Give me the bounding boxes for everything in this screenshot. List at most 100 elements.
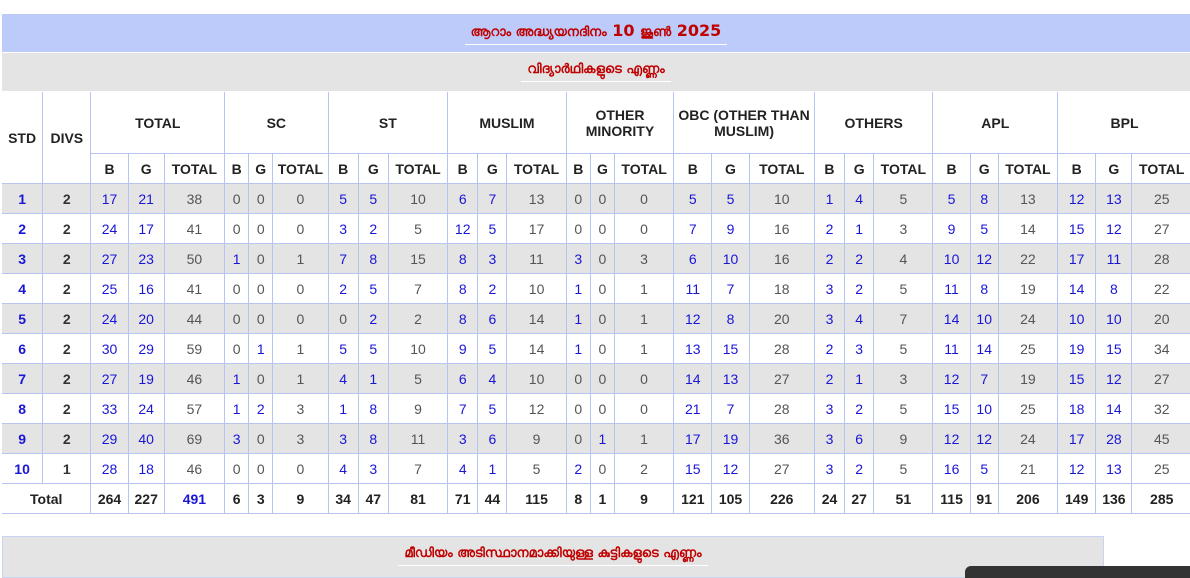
count-link[interactable]: 8 <box>970 184 999 214</box>
count-link[interactable]: 10 <box>1096 304 1133 334</box>
count-link[interactable]: 17 <box>91 184 129 214</box>
count-link[interactable]: 8 <box>1096 274 1133 304</box>
std-link[interactable]: 3 <box>2 244 44 274</box>
count-link[interactable]: 8 <box>358 244 389 274</box>
count-link[interactable]: 4 <box>845 184 875 214</box>
count-link[interactable]: 28 <box>91 454 129 484</box>
count-link[interactable]: 1 <box>845 214 875 244</box>
count-link[interactable]: 27 <box>91 364 129 394</box>
count-link[interactable]: 23 <box>128 244 165 274</box>
count-link[interactable]: 6 <box>448 184 479 214</box>
count-link[interactable]: 1 <box>566 334 591 364</box>
count-link[interactable]: 6 <box>478 304 508 334</box>
count-link[interactable]: 24 <box>91 214 129 244</box>
count-link[interactable]: 12 <box>970 244 999 274</box>
count-link[interactable]: 12 <box>933 364 971 394</box>
count-link[interactable]: 7 <box>970 364 999 394</box>
count-link[interactable]: 19 <box>712 424 750 454</box>
count-link[interactable]: 6 <box>845 424 875 454</box>
count-link[interactable]: 2 <box>845 244 875 274</box>
std-link[interactable]: 9 <box>2 424 44 454</box>
count-link[interactable]: 14 <box>933 304 971 334</box>
count-link[interactable]: 17 <box>1058 424 1097 454</box>
count-link[interactable]: 3 <box>358 454 389 484</box>
count-link[interactable]: 4 <box>478 364 508 394</box>
count-link[interactable]: 12 <box>448 214 479 244</box>
count-link[interactable]: 12 <box>933 424 971 454</box>
count-link[interactable]: 7 <box>674 214 713 244</box>
count-link[interactable]: 27 <box>91 244 129 274</box>
count-link[interactable]: 7 <box>448 394 479 424</box>
count-link[interactable]: 5 <box>712 184 750 214</box>
count-link[interactable]: 14 <box>1096 394 1133 424</box>
count-link[interactable]: 15 <box>674 454 713 484</box>
count-link[interactable]: 1 <box>225 364 250 394</box>
count-link[interactable]: 12 <box>1096 214 1133 244</box>
count-link[interactable]: 3 <box>566 244 591 274</box>
count-link[interactable]: 25 <box>91 274 129 304</box>
count-link[interactable]: 5 <box>358 184 389 214</box>
std-link[interactable]: 10 <box>2 454 44 484</box>
count-link[interactable]: 12 <box>1058 454 1097 484</box>
count-link[interactable]: 15 <box>933 394 971 424</box>
count-link[interactable]: 5 <box>478 214 508 244</box>
count-link[interactable]: 4 <box>328 454 359 484</box>
count-link[interactable]: 1 <box>225 244 250 274</box>
count-link[interactable]: 7 <box>328 244 359 274</box>
count-link[interactable]: 7 <box>712 274 750 304</box>
count-link[interactable]: 4 <box>845 304 875 334</box>
count-link[interactable]: 7 <box>712 394 750 424</box>
count-link[interactable]: 3 <box>328 214 359 244</box>
count-link[interactable]: 21 <box>674 394 713 424</box>
count-link[interactable]: 5 <box>933 184 971 214</box>
count-link[interactable]: 7 <box>478 184 508 214</box>
floating-widget[interactable] <box>965 566 1190 578</box>
count-link[interactable]: 16 <box>933 454 971 484</box>
count-link[interactable]: 2 <box>814 244 846 274</box>
count-link[interactable]: 5 <box>970 214 999 244</box>
count-link[interactable]: 2 <box>845 394 875 424</box>
count-link[interactable]: 12 <box>1096 364 1133 394</box>
count-link[interactable]: 17 <box>674 424 713 454</box>
count-link[interactable]: 13 <box>712 364 750 394</box>
count-link[interactable]: 1 <box>590 424 615 454</box>
count-link[interactable]: 1 <box>249 334 274 364</box>
count-link[interactable]: 5 <box>328 334 359 364</box>
count-link[interactable]: 1 <box>845 364 875 394</box>
std-link[interactable]: 1 <box>2 184 44 214</box>
count-link[interactable]: 13 <box>1096 184 1133 214</box>
count-link[interactable]: 2 <box>249 394 274 424</box>
count-link[interactable]: 3 <box>814 454 846 484</box>
count-link[interactable]: 11 <box>1096 244 1133 274</box>
count-link[interactable]: 2 <box>845 274 875 304</box>
count-link[interactable]: 8 <box>448 274 479 304</box>
count-link[interactable]: 2 <box>328 274 359 304</box>
count-link[interactable]: 13 <box>1096 454 1133 484</box>
count-link[interactable]: 5 <box>358 334 389 364</box>
count-link[interactable]: 8 <box>448 244 479 274</box>
count-link[interactable]: 28 <box>1096 424 1133 454</box>
count-link[interactable]: 1 <box>814 184 846 214</box>
count-link[interactable]: 15 <box>1096 334 1133 364</box>
count-link[interactable]: 3 <box>814 394 846 424</box>
count-link[interactable]: 2 <box>358 214 389 244</box>
count-link[interactable]: 1 <box>358 364 389 394</box>
count-link[interactable]: 24 <box>128 394 165 424</box>
count-link[interactable]: 9 <box>448 334 479 364</box>
count-link[interactable]: 12 <box>674 304 713 334</box>
count-link[interactable]: 8 <box>712 304 750 334</box>
count-link[interactable]: 6 <box>478 424 508 454</box>
count-link[interactable]: 21 <box>128 184 165 214</box>
count-link[interactable]: 1 <box>478 454 508 484</box>
count-link[interactable]: 2 <box>358 304 389 334</box>
count-link[interactable]: 17 <box>1058 244 1097 274</box>
std-link[interactable]: 7 <box>2 364 44 394</box>
count-link[interactable]: 8 <box>970 274 999 304</box>
count-link[interactable]: 15 <box>712 334 750 364</box>
count-link[interactable]: 29 <box>128 334 165 364</box>
count-link[interactable]: 10 <box>970 394 999 424</box>
count-link[interactable]: 18 <box>1058 394 1097 424</box>
count-link[interactable]: 3 <box>478 244 508 274</box>
count-link[interactable]: 3 <box>814 424 846 454</box>
count-link[interactable]: 1 <box>566 304 591 334</box>
